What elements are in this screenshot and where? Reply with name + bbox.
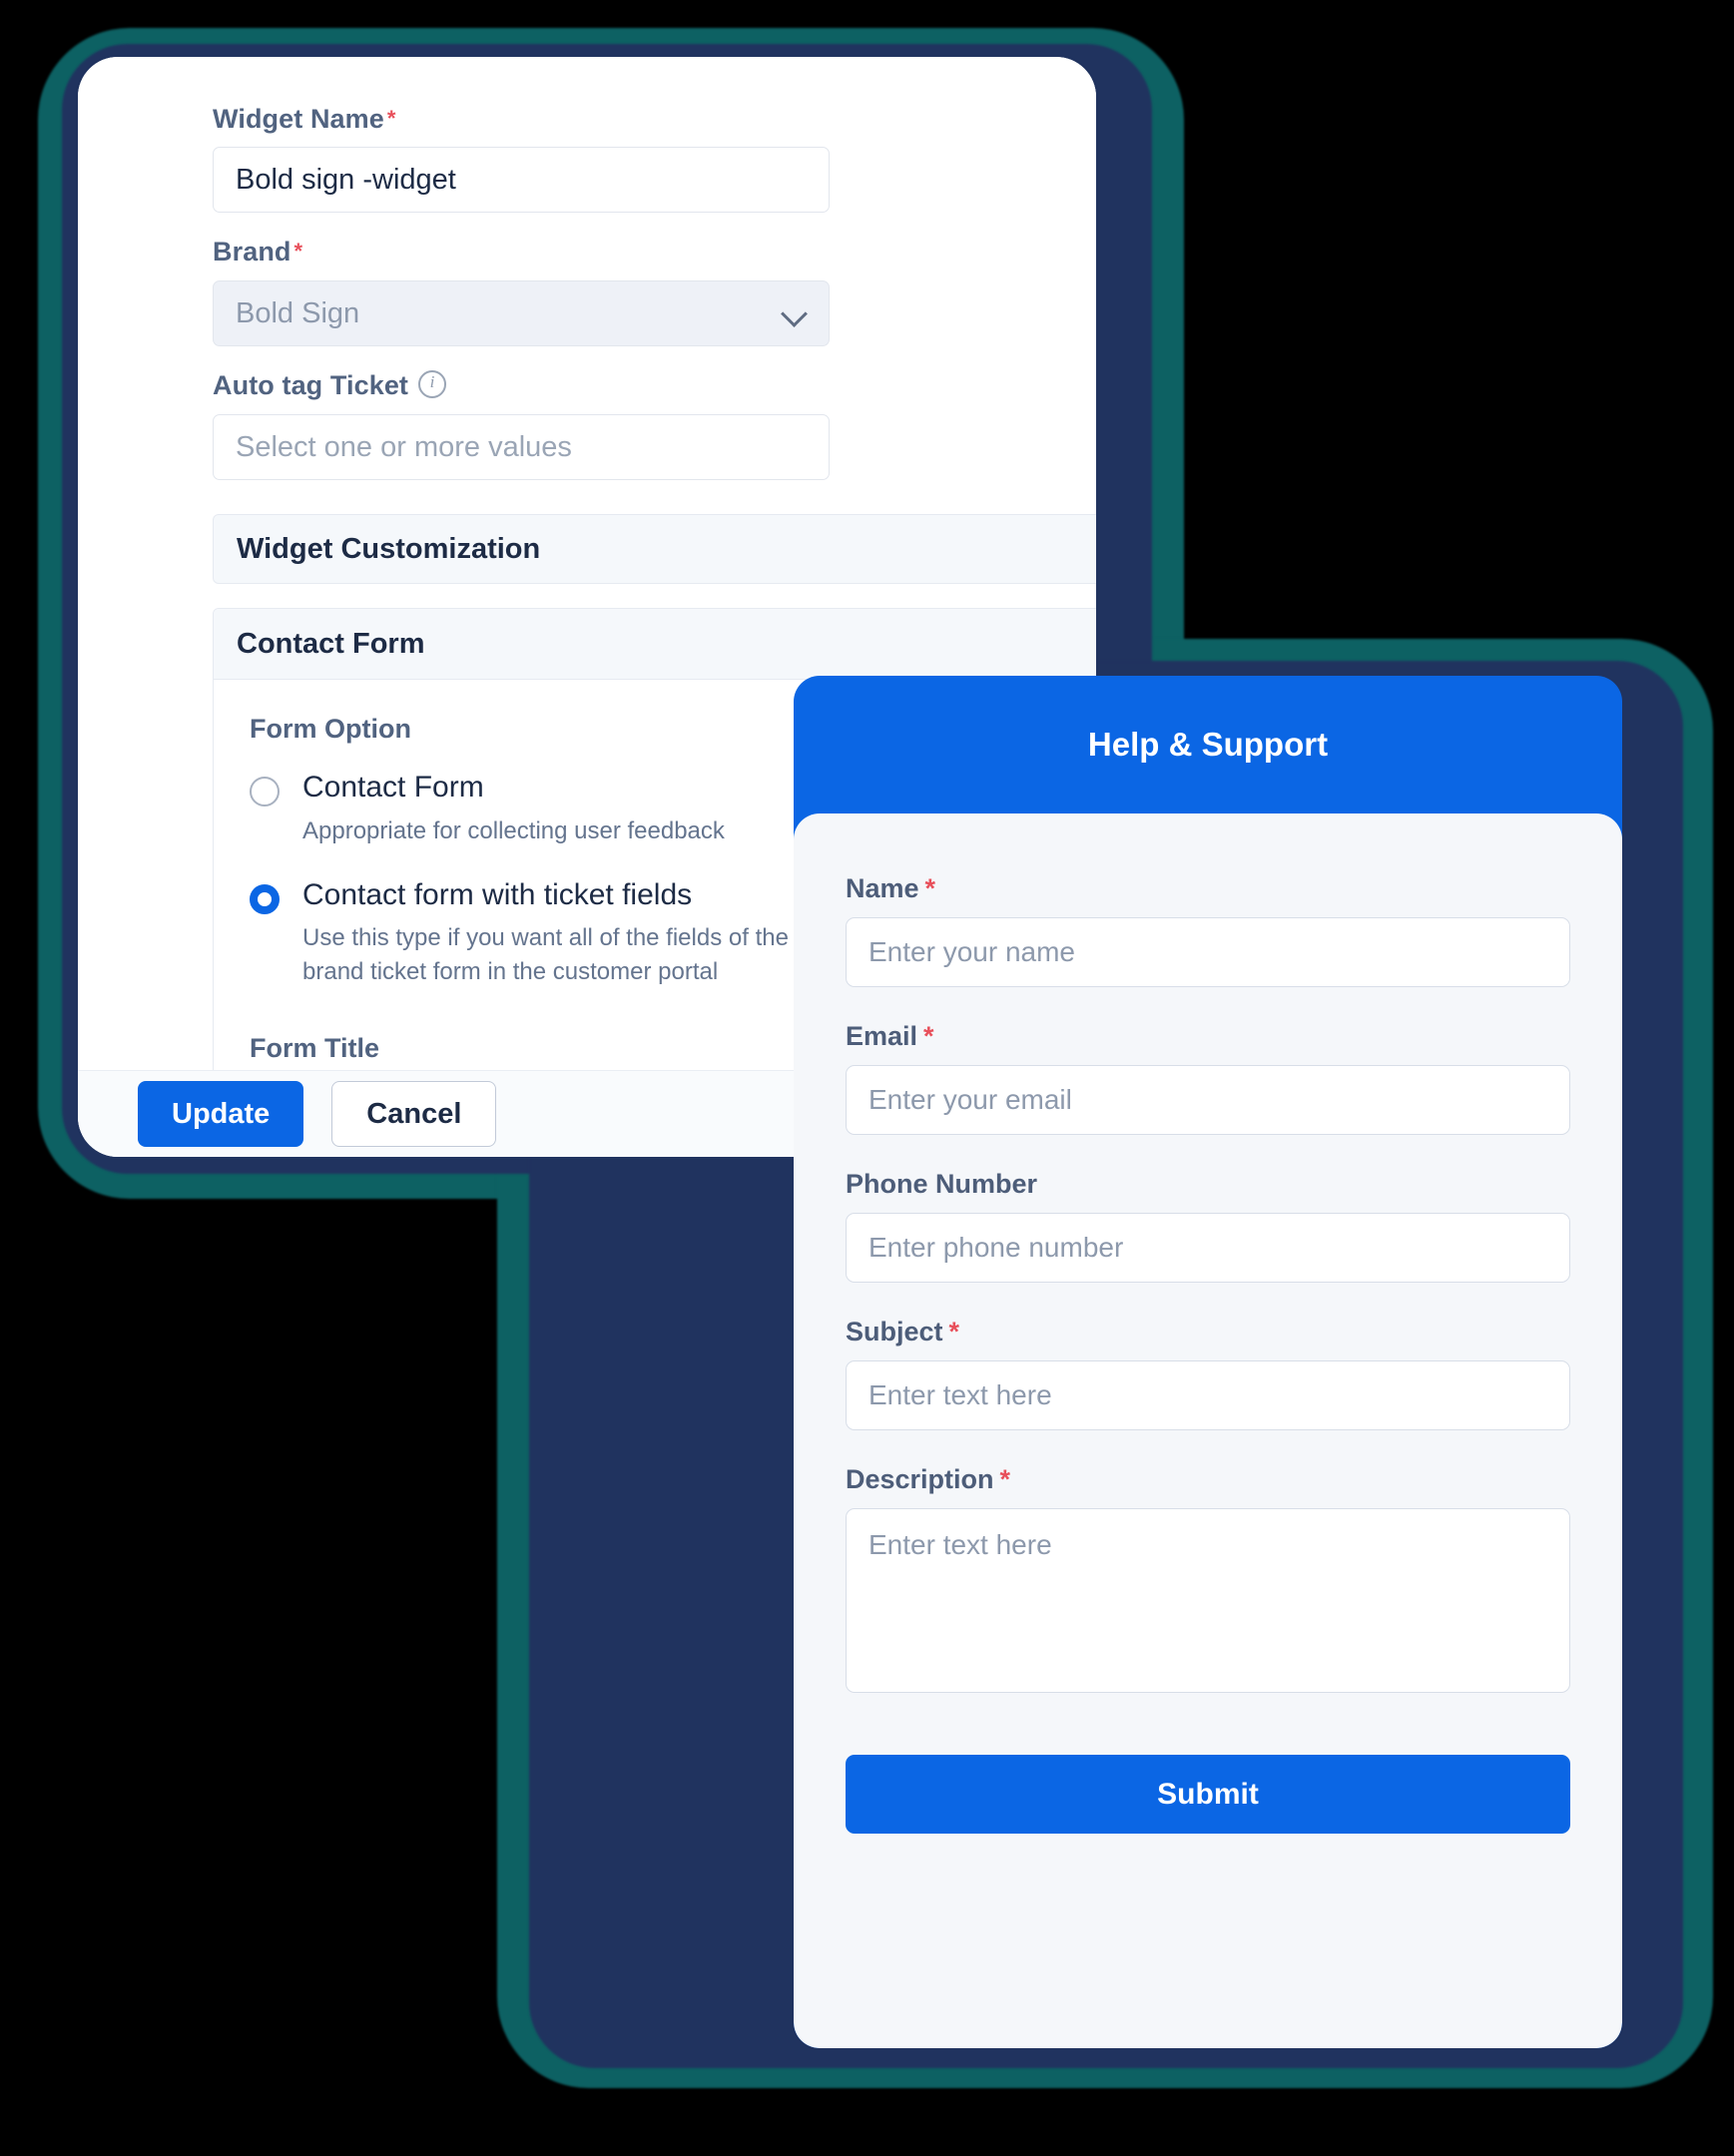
widget-description-field-label-row: Description * xyxy=(846,1464,1570,1495)
widget-subject-field-label: Subject xyxy=(846,1317,943,1347)
widget-subject-field-input[interactable]: Enter text here xyxy=(846,1360,1570,1430)
widget-name-label-row: Widget Name * xyxy=(213,104,395,135)
contact-form-title: Contact Form xyxy=(237,627,425,660)
update-button[interactable]: Update xyxy=(138,1081,304,1147)
widget-header: Help & Support xyxy=(794,676,1622,813)
widget-field-description: Description * Enter text here xyxy=(846,1464,1570,1693)
widget-field-name: Name * Enter your name xyxy=(846,873,1570,987)
brand-value: Bold Sign xyxy=(236,296,360,329)
auto-tag-ticket-placeholder: Select one or more values xyxy=(236,430,572,463)
widget-name-field-label: Name xyxy=(846,873,919,903)
widget-description-field-placeholder: Enter text here xyxy=(868,1529,1052,1560)
widget-field-email: Email * Enter your email xyxy=(846,1021,1570,1135)
form-option-1-texts: Contact Form Appropriate for collecting … xyxy=(302,771,725,848)
brand-label: Brand xyxy=(213,237,291,267)
form-option-2-texts: Contact form with ticket fields Use this… xyxy=(302,878,789,990)
form-option-1-title: Contact Form xyxy=(302,771,484,804)
widget-email-field-input[interactable]: Enter your email xyxy=(846,1065,1570,1135)
auto-tag-ticket-label-row: Auto tag Ticket xyxy=(213,370,447,401)
widget-name-field-placeholder: Enter your name xyxy=(868,936,1075,967)
widget-customization-section[interactable]: Widget Customization xyxy=(213,514,1096,584)
widget-customization-title: Widget Customization xyxy=(237,532,541,565)
widget-subject-field-placeholder: Enter text here xyxy=(868,1379,1052,1410)
widget-name-label: Widget Name xyxy=(213,104,384,134)
widget-description-field-required-marker: * xyxy=(999,1464,1011,1494)
widget-name-input[interactable]: Bold sign -widget xyxy=(213,147,830,213)
widget-phone-field-placeholder: Enter phone number xyxy=(868,1232,1124,1263)
help-support-widget: Help & Support Name * Enter your name Ema… xyxy=(794,676,1622,2048)
widget-phone-field-input[interactable]: Enter phone number xyxy=(846,1213,1570,1283)
widget-name-field-input[interactable]: Enter your name xyxy=(846,917,1570,987)
widget-name-required-marker: * xyxy=(386,106,396,131)
widget-form-body: Name * Enter your name Email * Enter your … xyxy=(794,813,1622,2048)
auto-tag-ticket-label: Auto tag Ticket xyxy=(213,370,409,400)
widget-field-phone: Phone Number Enter phone number xyxy=(846,1169,1570,1283)
widget-subject-field-required-marker: * xyxy=(948,1317,960,1347)
form-option-2-description: Use this type if you want all of the fie… xyxy=(302,924,789,986)
widget-email-field-label: Email xyxy=(846,1021,918,1051)
brand-required-marker: * xyxy=(293,239,303,264)
widget-email-field-label-row: Email * xyxy=(846,1021,1570,1052)
widget-phone-field-label-row: Phone Number xyxy=(846,1169,1570,1200)
widget-email-field-placeholder: Enter your email xyxy=(868,1084,1072,1115)
radio-unselected-icon[interactable] xyxy=(250,777,280,807)
chevron-down-icon xyxy=(783,301,807,325)
widget-description-field-textarea[interactable]: Enter text here xyxy=(846,1508,1570,1693)
widget-field-subject: Subject * Enter text here xyxy=(846,1317,1570,1430)
auto-tag-ticket-input[interactable]: Select one or more values xyxy=(213,414,830,480)
widget-header-title: Help & Support xyxy=(1087,726,1329,763)
radio-selected-icon[interactable] xyxy=(250,883,280,914)
brand-select[interactable]: Bold Sign xyxy=(213,280,830,346)
widget-name-field-required-marker: * xyxy=(924,873,936,903)
widget-subject-field-label-row: Subject * xyxy=(846,1317,1570,1348)
form-option-2-title: Contact form with ticket fields xyxy=(302,877,693,911)
widget-description-field-label: Description xyxy=(846,1464,994,1494)
brand-label-row: Brand * xyxy=(213,237,302,268)
form-option-1-description: Appropriate for collecting user feedback xyxy=(302,816,725,844)
contact-form-accordion-header[interactable]: Contact Form xyxy=(214,609,1096,680)
widget-email-field-required-marker: * xyxy=(923,1021,934,1051)
widget-name-field-label-row: Name * xyxy=(846,873,1570,904)
cancel-button[interactable]: Cancel xyxy=(331,1081,497,1147)
submit-button[interactable]: Submit xyxy=(846,1755,1570,1834)
widget-name-value: Bold sign -widget xyxy=(236,163,456,196)
info-icon[interactable] xyxy=(418,370,447,398)
widget-phone-field-label: Phone Number xyxy=(846,1169,1038,1199)
